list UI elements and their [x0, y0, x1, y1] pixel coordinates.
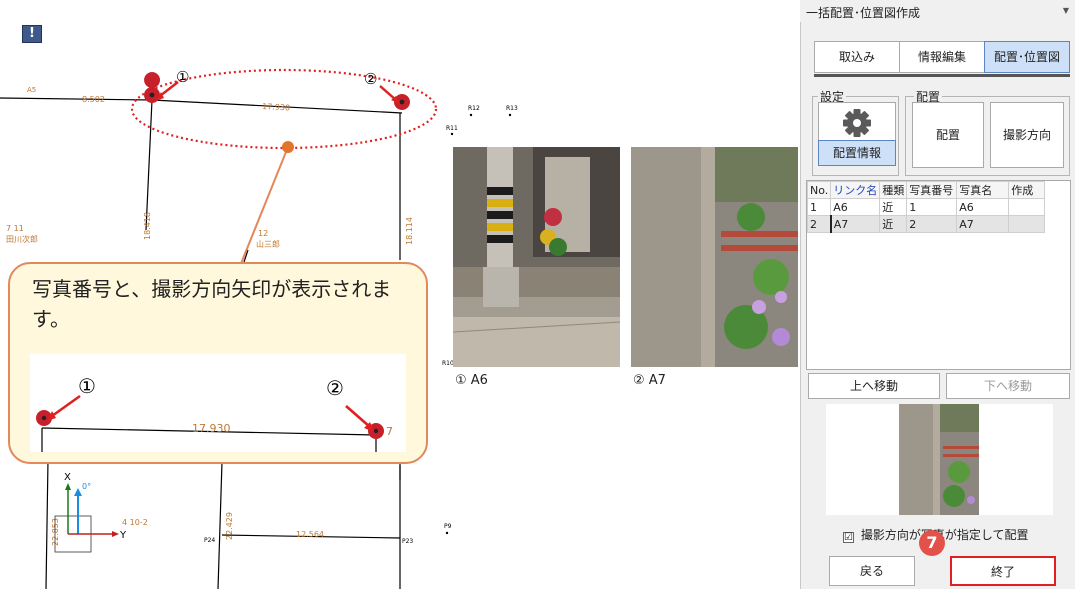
table-cell: 1 [806, 198, 832, 216]
owner-label: 7 11 [6, 224, 24, 233]
dimension-label: 12.564 [296, 530, 324, 539]
settings-gear-button[interactable] [818, 102, 896, 142]
move-down-button[interactable]: 下へ移動 [946, 373, 1070, 399]
photo-image [631, 147, 798, 367]
station-label-r11: R11 [446, 125, 458, 132]
callout-text: 写真番号と、撮影方向矢印が表示されます。 [32, 277, 392, 331]
direction-checkbox[interactable]: ☑ [843, 532, 854, 543]
table-cell[interactable]: A6 [830, 198, 881, 216]
photo-thumbnail-1[interactable] [453, 147, 620, 367]
table-row[interactable]: 1 A6 近 1 A6 [806, 198, 1046, 216]
table-cell[interactable] [1008, 198, 1046, 216]
column-header-type[interactable]: 種類 [879, 181, 908, 199]
station-label-p9: P9 [444, 523, 452, 530]
photo-marker-2[interactable] [379, 85, 410, 110]
tab-placement[interactable]: 配置･位置図 [984, 41, 1070, 73]
dimension-label: 22.853 [51, 518, 60, 546]
leader-dot [282, 141, 294, 153]
axis-x-label: X [64, 472, 71, 483]
owner-label: 12 [258, 229, 268, 238]
column-header-link-name[interactable]: リンク名 [830, 181, 881, 199]
inset-marker-number-1: ① [78, 374, 96, 398]
marker-number-2: ② [364, 70, 377, 88]
column-header-photo-name[interactable]: 写真名 [956, 181, 1010, 199]
table-cell[interactable]: A7 [829, 215, 881, 233]
owner-label: 山三郎 [256, 239, 280, 249]
dimension-label: 22.429 [225, 512, 234, 540]
column-header-no[interactable]: No. [806, 181, 832, 199]
table-cell[interactable]: 近 [879, 215, 908, 233]
move-up-button[interactable]: 上へ移動 [808, 373, 940, 399]
dimension-label: 18.418 [143, 212, 152, 240]
table-cell[interactable]: 近 [879, 198, 908, 216]
tab-import[interactable]: 取込み [814, 41, 900, 73]
dimension-label: 18.114 [405, 217, 414, 245]
station-label-p23: P23 [402, 538, 413, 545]
back-button[interactable]: 戻る [829, 556, 915, 586]
place-button[interactable]: 配置 [912, 102, 984, 168]
table-cell[interactable]: A7 [956, 215, 1010, 233]
finish-button[interactable]: 終了 [950, 556, 1056, 586]
photo-list-table: No. リンク名 種類 写真番号 写真名 作成 1 A6 近 1 A6 2 A7… [806, 181, 1046, 233]
callout-example-image: ① ② 17.930 7 [30, 354, 406, 452]
gear-icon [843, 109, 871, 137]
inset-marker-number-2: ② [326, 376, 344, 400]
photo-image [453, 147, 620, 367]
table-cell: 2 [806, 215, 832, 233]
orientation-axis: X Y 0° [54, 472, 127, 553]
drawing-canvas[interactable]: ① ② A5 R12 R13 R11 R10 P9 P24 P23 8.502 … [0, 0, 800, 589]
axis-y-label: Y [119, 530, 127, 541]
table-cell[interactable] [1008, 215, 1046, 233]
column-header-create[interactable]: 作成 [1008, 181, 1046, 199]
inset-dimension-label: 17.930 [192, 422, 231, 435]
station-label-r12: R12 [468, 105, 480, 112]
inset-point-label: 7 [386, 425, 393, 438]
marker-number-1: ① [176, 68, 189, 86]
preview-image [899, 404, 979, 515]
dimension-label: 17.930 [262, 102, 290, 112]
table-cell[interactable]: 1 [906, 198, 958, 216]
panel-title: 一括配置･位置図作成 [806, 6, 921, 20]
dimension-label: 8.502 [82, 95, 105, 104]
photo-caption-1: ① A6 [455, 373, 488, 388]
photo-list-grid[interactable]: No. リンク名 種類 写真番号 写真名 作成 1 A6 近 1 A6 2 A7… [806, 180, 1071, 370]
callout-box: 写真番号と、撮影方向矢印が表示されます。 ① ② 17.930 7 [8, 262, 428, 464]
owner-label: 4 10-2 [122, 518, 148, 527]
shooting-direction-button[interactable]: 撮影方向 [990, 102, 1064, 168]
point-labels: A5 [27, 86, 36, 94]
chevron-down-icon[interactable]: ▼ [1063, 6, 1069, 15]
placement-info-button[interactable]: 配置情報 [818, 140, 896, 166]
callout-example-svg: ① ② 17.930 7 [36, 374, 393, 452]
photo-preview [826, 404, 1053, 515]
owner-label: 田川次郎 [6, 234, 38, 244]
station-label-p24: P24 [204, 537, 215, 544]
table-cell[interactable]: 2 [906, 215, 958, 233]
table-cell[interactable]: A6 [956, 198, 1010, 216]
step-badge: 7 [919, 530, 945, 556]
photo-caption-2: ② A7 [633, 373, 666, 388]
panel-header: 一括配置･位置図作成 ▼ [800, 0, 1075, 22]
photo-thumbnail-2[interactable] [631, 147, 798, 367]
table-header-row: No. リンク名 種類 写真番号 写真名 作成 [806, 181, 1046, 199]
station-label-r13: R13 [506, 105, 518, 112]
point-label-a5: A5 [27, 86, 36, 94]
info-icon[interactable]: ! [22, 25, 42, 43]
tab-info-edit[interactable]: 情報編集 [899, 41, 985, 73]
photo-marker-1[interactable] [144, 72, 179, 103]
table-row[interactable]: 2 A7 近 2 A7 [806, 215, 1046, 233]
axis-angle-label: 0° [82, 482, 91, 491]
column-header-photo-number[interactable]: 写真番号 [906, 181, 958, 199]
tab-underline [814, 74, 1070, 77]
